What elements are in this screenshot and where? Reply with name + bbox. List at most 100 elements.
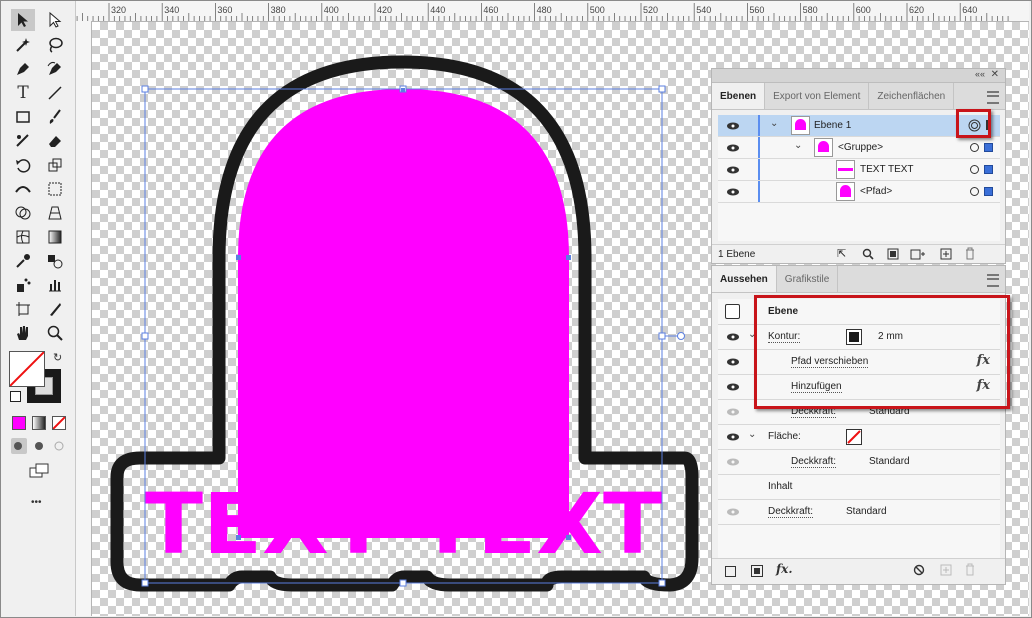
visibility-eye-icon[interactable] [726, 433, 740, 441]
type-tool-icon[interactable]: T [11, 82, 35, 104]
perspective-icon[interactable] [43, 202, 67, 224]
layers-footer: 1 Ebene ⇱ [712, 244, 1005, 264]
fill-swatch[interactable] [9, 351, 45, 387]
add-fill-icon[interactable] [751, 565, 763, 577]
deckkraft-label[interactable]: Deckkraft: [768, 506, 814, 518]
symbol-sprayer-icon[interactable] [11, 274, 35, 296]
more-tools-button[interactable]: ••• [31, 497, 42, 508]
line-tool-icon[interactable] [43, 82, 67, 104]
lasso-icon[interactable] [43, 34, 67, 56]
gradient-mode-button[interactable] [32, 416, 46, 430]
selection-tool-icon[interactable] [11, 9, 35, 31]
panel-collapse-bar[interactable]: «« ✕ [712, 69, 1005, 83]
free-transform-icon[interactable] [43, 178, 67, 200]
clear-appearance-icon[interactable] [913, 564, 925, 576]
mesh-icon[interactable] [11, 226, 35, 248]
visibility-eye-icon[interactable] [726, 408, 740, 416]
ruler-tick-label: 360 [217, 5, 232, 15]
width-icon[interactable] [11, 178, 35, 200]
clipping-mask-icon[interactable] [887, 248, 899, 260]
deckkraft-fill-row[interactable]: Deckkraft: Standard [718, 449, 1000, 475]
duplicate-item-icon[interactable] [940, 564, 952, 576]
hand-icon[interactable] [11, 322, 35, 344]
eraser-icon[interactable] [43, 130, 67, 152]
visibility-eye-icon[interactable] [726, 508, 740, 516]
ruler-tick-label: 540 [696, 5, 711, 15]
target-circle-icon[interactable] [970, 143, 979, 152]
eyedropper-icon[interactable] [11, 250, 35, 272]
selection-indicator[interactable] [984, 143, 993, 152]
panel-menu-icon[interactable] [987, 91, 999, 104]
shaper-icon[interactable] [11, 130, 35, 152]
gradient-icon[interactable] [43, 226, 67, 248]
draw-behind-icon[interactable] [31, 438, 47, 454]
zoom-icon[interactable] [43, 322, 67, 344]
draw-inside-icon[interactable] [51, 438, 67, 454]
visibility-eye-icon[interactable] [726, 458, 740, 466]
delete-item-icon[interactable] [964, 563, 976, 576]
flaeche-row[interactable]: ⌄ Fläche: [718, 424, 1000, 450]
fill-none-swatch[interactable] [846, 429, 862, 445]
shape-builder-icon[interactable] [11, 202, 35, 224]
graph-icon[interactable] [43, 274, 67, 296]
add-effect-icon[interactable]: fx. [776, 562, 793, 576]
horizontal-ruler: 320 340 360 380 400 420 440 460 480 500 520 540 560 5… [76, 1, 1029, 22]
visibility-eye-icon[interactable] [726, 166, 740, 174]
tab-grafikstile[interactable]: Grafikstile [777, 266, 839, 292]
direct-selection-tool-icon[interactable] [43, 9, 67, 31]
screen-mode-icon[interactable] [29, 463, 49, 479]
rectangle-tool-icon[interactable] [11, 106, 35, 128]
scale-icon[interactable] [43, 154, 67, 176]
rotate-icon[interactable] [11, 154, 35, 176]
inhalt-row[interactable]: Inhalt [718, 474, 1000, 500]
search-icon[interactable] [862, 248, 874, 260]
selection-indicator[interactable] [984, 165, 993, 174]
slice-icon[interactable] [43, 298, 67, 320]
curvature-icon[interactable] [43, 58, 67, 80]
expand-chevron-icon[interactable]: ⌄ [770, 118, 778, 129]
layer-row-gruppe[interactable]: ⌄ <Gruppe> [718, 137, 1000, 159]
tab-export[interactable]: Export von Element [765, 83, 870, 109]
deckkraft-content-row[interactable]: Deckkraft: Standard [718, 499, 1000, 525]
layer-thumbnail [814, 138, 833, 157]
visibility-eye-icon[interactable] [726, 383, 740, 391]
deckkraft-value[interactable]: Standard [846, 506, 887, 517]
new-sublayer-icon[interactable] [910, 248, 926, 260]
tab-ebenen[interactable]: Ebenen [712, 83, 766, 109]
ruler-tick-label: 380 [271, 5, 286, 15]
expand-chevron-icon[interactable]: ⌄ [748, 429, 756, 440]
color-mode-button[interactable] [12, 416, 26, 430]
ruler-tick-label: 560 [749, 5, 764, 15]
delete-layer-icon[interactable] [964, 247, 976, 260]
target-circle-icon[interactable] [970, 165, 979, 174]
deckkraft-label[interactable]: Deckkraft: [791, 456, 837, 468]
selection-indicator[interactable] [984, 187, 993, 196]
visibility-eye-icon[interactable] [726, 188, 740, 196]
paintbrush-icon[interactable] [43, 106, 67, 128]
magic-wand-icon[interactable] [11, 34, 35, 56]
target-circle-icon[interactable] [970, 187, 979, 196]
visibility-eye-icon[interactable] [726, 333, 740, 341]
layer-row-text[interactable]: TEXT TEXT [718, 159, 1000, 181]
default-colors-icon[interactable] [10, 391, 21, 402]
add-stroke-icon[interactable] [725, 566, 736, 577]
swap-fill-stroke-icon[interactable]: ↻ [53, 351, 62, 364]
visibility-eye-icon[interactable] [726, 122, 740, 130]
deckkraft-value[interactable]: Standard [869, 456, 910, 467]
ruler-tick-label: 620 [909, 5, 924, 15]
visibility-eye-icon[interactable] [726, 144, 740, 152]
none-mode-button[interactable] [52, 416, 66, 430]
layer-row-pfad[interactable]: <Pfad> [718, 181, 1000, 203]
blend-icon[interactable] [43, 250, 67, 272]
expand-chevron-icon[interactable]: ⌄ [794, 140, 802, 151]
draw-normal-icon[interactable] [11, 438, 27, 454]
artboard-icon[interactable] [11, 298, 35, 320]
visibility-eye-icon[interactable] [726, 358, 740, 366]
close-panel-icon[interactable]: ✕ [991, 69, 999, 80]
tab-aussehen[interactable]: Aussehen [712, 266, 777, 292]
export-icon[interactable]: ⇱ [837, 247, 846, 260]
new-layer-icon[interactable] [940, 248, 952, 260]
pen-icon[interactable] [11, 58, 35, 80]
panel-menu-icon[interactable] [987, 274, 999, 287]
tab-zeichenflaechen[interactable]: Zeichenflächen [869, 83, 955, 109]
